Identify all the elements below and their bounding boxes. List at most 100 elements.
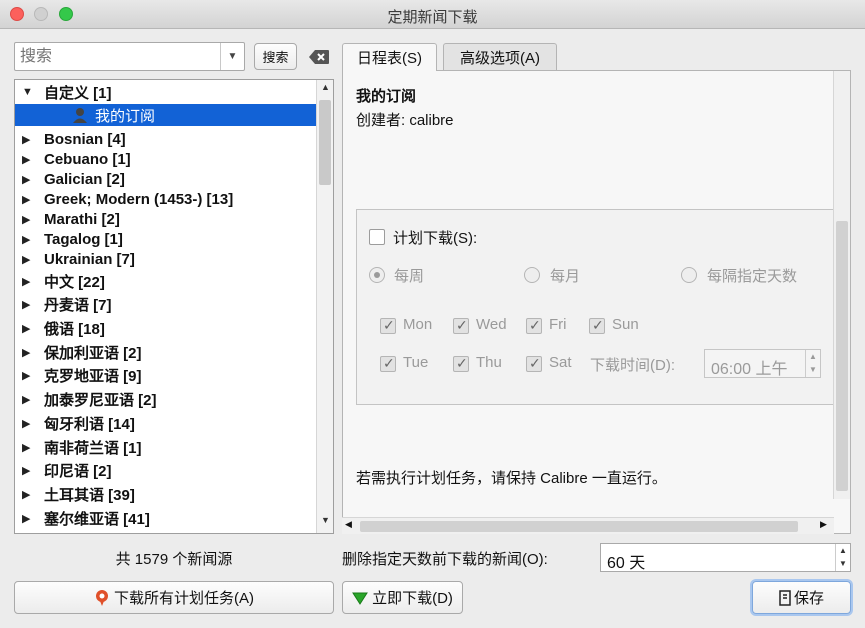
download-all-label: 下载所有计划任务(A) [114, 590, 254, 607]
schedule-note: 若需执行计划任务，请保持 Calibre 一直运行。 [356, 470, 667, 487]
dropdown-arrow-icon[interactable]: ▼ [220, 43, 244, 70]
radio-monthly-label: 每月 [550, 268, 581, 285]
tree-item[interactable]: ▶ 克罗地亚语 [9] [15, 364, 317, 386]
search-button[interactable]: 搜索 [254, 43, 297, 70]
panel-vertical-scrollbar[interactable] [833, 71, 850, 499]
tree-item-label: 南非荷兰语 [1] [44, 439, 142, 457]
save-button[interactable]: 保存 [752, 581, 851, 614]
scroll-up-icon[interactable]: ▲ [317, 82, 333, 98]
collapsed-arrow-icon[interactable]: ▶ [22, 369, 32, 382]
title-bar: 定期新闻下载 [0, 0, 865, 29]
collapsed-arrow-icon[interactable]: ▶ [22, 233, 32, 246]
tree-item[interactable]: ▶ Bosnian [4] [15, 128, 317, 150]
tree-scroll-thumb[interactable] [319, 100, 331, 185]
day-checkbox-mon[interactable] [380, 317, 396, 334]
scroll-right-icon[interactable]: ▶ [820, 519, 827, 530]
tab-advanced[interactable]: 高级选项(A) [443, 43, 557, 70]
day-checkbox-fri[interactable] [526, 317, 542, 334]
tree-item[interactable]: ▶ Marathi [2] [15, 208, 317, 230]
tree-item[interactable]: ▶ 俄语 [18] [15, 317, 317, 339]
collapsed-arrow-icon[interactable]: ▶ [22, 133, 32, 146]
expanded-arrow-icon[interactable]: ▼ [22, 86, 33, 98]
tree-item[interactable]: ▶ 中文 [22] [15, 270, 317, 292]
tree-item[interactable]: ▶ Greek; Modern (1453-) [13] [15, 188, 317, 210]
recipe-tree[interactable]: ▼ 自定义 [1] 我的订阅 ▶ Bosnian [4] ▶ Cebuano [1] ▶ Gal… [14, 79, 334, 534]
collapsed-arrow-icon[interactable]: ▶ [22, 417, 32, 430]
tree-item[interactable]: ▶ Cebuano [1] [15, 148, 317, 170]
days-stepper-icon[interactable]: ▲ ▼ [835, 544, 850, 571]
day-checkbox-sat[interactable] [526, 355, 542, 372]
tree-item[interactable]: ▶ 塞尔维亚语 [41] [15, 507, 317, 529]
collapsed-arrow-icon[interactable]: ▶ [22, 275, 32, 288]
collapsed-arrow-icon[interactable]: ▶ [22, 193, 32, 206]
tree-item[interactable]: ▶ Tagalog [1] [15, 228, 317, 250]
delete-days-field[interactable]: 60 天 ▲ ▼ [600, 543, 851, 572]
tree-item-label: Bosnian [4] [44, 130, 126, 148]
day-checkbox-sun[interactable] [589, 317, 605, 334]
day-label-tue: Tue [403, 354, 429, 371]
radio-monthly[interactable] [524, 267, 540, 283]
download-time-label: 下载时间(D): [590, 357, 675, 374]
tree-item[interactable]: ▶ 丹麦语 [7] [15, 293, 317, 315]
download-now-button[interactable]: 立即下载(D) [342, 581, 463, 614]
schedule-enable-checkbox[interactable] [369, 229, 385, 245]
tree-item-label: 丹麦语 [7] [44, 296, 112, 314]
tree-item-label: 塞尔维亚语 [41] [44, 510, 150, 528]
day-label-sun: Sun [612, 316, 639, 333]
download-arrow-icon [352, 592, 368, 605]
tree-item[interactable]: ▶ 加泰罗尼亚语 [2] [15, 388, 317, 410]
search-combobox[interactable]: ▼ [14, 42, 245, 71]
schedule-group: 计划下载(S): 每周 每月 每隔指定天数 Mon Wed Fri Sun Tu… [356, 209, 836, 405]
collapsed-arrow-icon[interactable]: ▶ [22, 512, 32, 525]
day-label-mon: Mon [403, 316, 433, 333]
tree-scrollbar[interactable]: ▲ ▼ [316, 80, 333, 533]
tree-item-label: 加泰罗尼亚语 [2] [44, 391, 157, 409]
window-title: 定期新闻下载 [387, 9, 478, 26]
tree-item-label: 土耳其语 [39] [44, 486, 135, 504]
collapsed-arrow-icon[interactable]: ▶ [22, 153, 32, 166]
recipe-title: 我的订阅 [356, 88, 417, 105]
tree-item-selected[interactable]: 我的订阅 [15, 104, 317, 126]
tree-item-label: Greek; Modern (1453-) [13] [44, 190, 234, 208]
download-all-button[interactable]: 下载所有计划任务(A) [14, 581, 334, 614]
day-checkbox-thu[interactable] [453, 355, 469, 372]
time-stepper-icon[interactable]: ▲ ▼ [805, 350, 820, 377]
collapsed-arrow-icon[interactable]: ▶ [22, 322, 32, 335]
collapsed-arrow-icon[interactable]: ▶ [22, 253, 32, 266]
save-label: 保存 [793, 590, 824, 607]
tree-item[interactable]: ▶ 印尼语 [2] [15, 459, 317, 481]
collapsed-arrow-icon[interactable]: ▶ [22, 213, 32, 226]
scroll-left-icon[interactable]: ◀ [345, 519, 352, 530]
scroll-down-icon[interactable]: ▼ [317, 515, 333, 531]
download-time-value: 06:00 上午 [711, 361, 788, 378]
tree-item[interactable]: ▶ Ukrainian [7] [15, 248, 317, 270]
tree-item-label: Tagalog [1] [44, 230, 123, 248]
tree-item[interactable]: ▶ 土耳其语 [39] [15, 483, 317, 505]
tree-item[interactable]: ▶ 匈牙利语 [14] [15, 412, 317, 434]
download-time-field[interactable]: 06:00 上午 ▲ ▼ [704, 349, 821, 378]
day-label-fri: Fri [549, 316, 567, 333]
radio-interval[interactable] [681, 267, 697, 283]
clear-search-button[interactable] [304, 43, 334, 70]
tree-item[interactable]: ▶ Galician [2] [15, 168, 317, 190]
collapsed-arrow-icon[interactable]: ▶ [22, 173, 32, 186]
hscroll-thumb[interactable] [360, 521, 798, 532]
radio-weekly[interactable] [369, 267, 385, 283]
tree-item-label: 保加利亚语 [2] [44, 344, 142, 362]
day-checkbox-tue[interactable] [380, 355, 396, 372]
collapsed-arrow-icon[interactable]: ▶ [22, 346, 32, 359]
tree-item[interactable]: ▶ 保加利亚语 [2] [15, 341, 317, 363]
tree-item[interactable]: ▼ 自定义 [1] [15, 81, 317, 103]
collapsed-arrow-icon[interactable]: ▶ [22, 393, 32, 406]
tab-schedule[interactable]: 日程表(S) [342, 43, 437, 71]
collapsed-arrow-icon[interactable]: ▶ [22, 441, 32, 454]
panel-scroll-thumb[interactable] [836, 221, 848, 491]
collapsed-arrow-icon[interactable]: ▶ [22, 464, 32, 477]
recipe-count: 共 1579 个新闻源 [115, 551, 233, 568]
collapsed-arrow-icon[interactable]: ▶ [22, 298, 32, 311]
search-input[interactable] [18, 45, 218, 68]
panel-horizontal-scrollbar[interactable]: ◀ ▶ [342, 517, 834, 534]
day-checkbox-wed[interactable] [453, 317, 469, 334]
collapsed-arrow-icon[interactable]: ▶ [22, 488, 32, 501]
tree-item[interactable]: ▶ 南非荷兰语 [1] [15, 436, 317, 458]
